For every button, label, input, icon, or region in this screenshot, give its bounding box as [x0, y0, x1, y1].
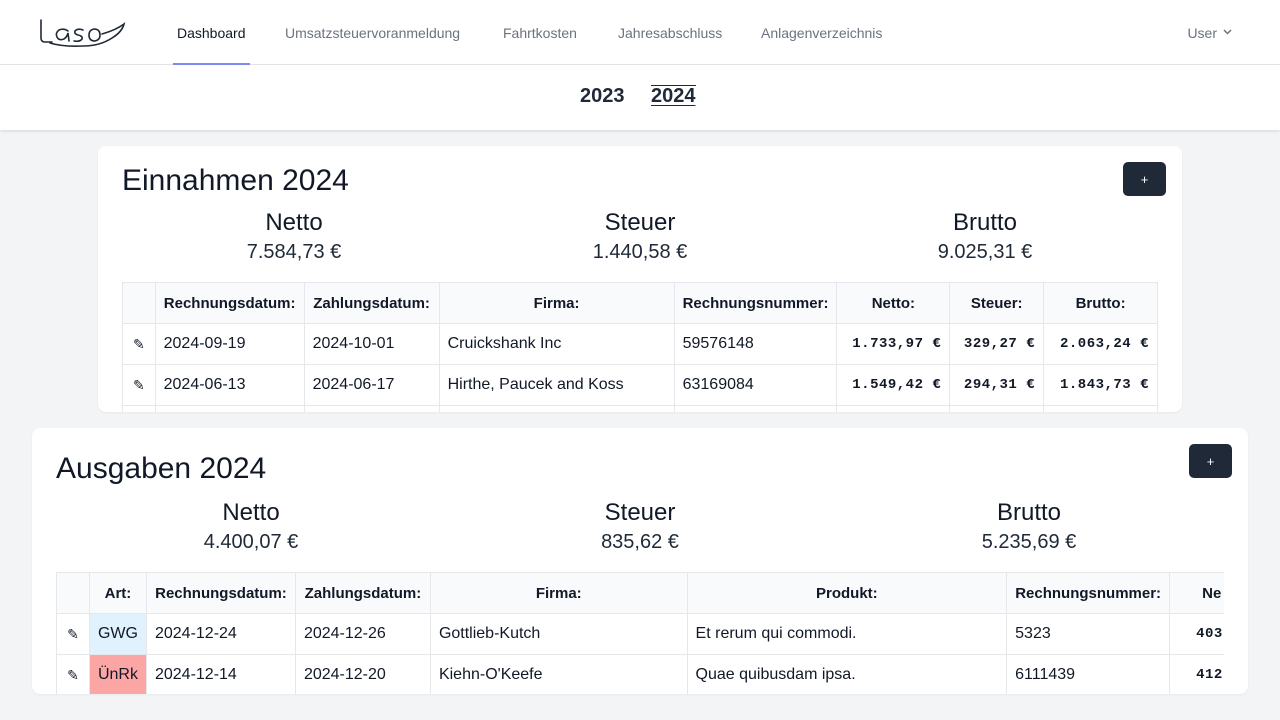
cell-netto: 1.549,42 €	[836, 364, 951, 406]
cell-produkt: Et rerum qui commodi.	[686, 613, 1008, 655]
ausgaben-card: Ausgaben 2024 + Netto 4.400,07 € Steuer …	[32, 428, 1248, 694]
cell-netto: 403	[1169, 613, 1224, 655]
add-einnahme-button[interactable]: +	[1123, 162, 1166, 196]
ausgaben-brutto-summary: Brutto 5.235,69 €	[929, 498, 1129, 556]
pencil-icon[interactable]: ✎	[56, 654, 90, 694]
cell-rechnungsnummer: 6111439	[1006, 654, 1171, 694]
cell-firma: Hirthe, Paucek and Koss	[438, 364, 675, 406]
cell-brutto: 1.843,73 €	[1043, 364, 1158, 406]
nav-anlagenverzeichnis[interactable]: Anlagenverzeichnis	[761, 0, 882, 65]
column-header-netto[interactable]: Ne	[1169, 572, 1224, 614]
column-header-zahlungsdatum[interactable]: Zahlungsdatum:	[303, 282, 440, 324]
column-header-netto[interactable]: Netto:	[836, 282, 951, 324]
cell-brutto: 2.063,24 €	[1043, 323, 1158, 365]
einnahmen-table: Rechnungsdatum: Zahlungsdatum: Firma: Re…	[122, 282, 1158, 412]
column-header-edit	[122, 282, 156, 324]
summary-label: Brutto	[996, 499, 1062, 526]
column-header-rechnungsdatum[interactable]: Rechnungsdatum:	[154, 282, 305, 324]
cell-produkt: Quae quibusdam ipsa.	[686, 654, 1008, 694]
column-header-edit	[56, 572, 90, 614]
column-header-produkt[interactable]: Produkt:	[686, 572, 1008, 614]
einnahmen-card: Einnahmen 2024 + Netto 7.584,73 € Steuer…	[98, 146, 1182, 412]
column-header-art[interactable]: Art:	[88, 572, 147, 614]
column-header-rechnungsnummer[interactable]: Rechnungsnummer:	[1006, 572, 1171, 614]
top-navigation: Dashboard Umsatzsteuervoranmeldung Fahrt…	[0, 0, 1280, 65]
cell-rechnungsdatum: 2024-09-19	[154, 323, 305, 365]
cell-firma: Gottlieb-Kutch	[429, 613, 688, 655]
summary-label: Steuer	[604, 209, 676, 236]
cell-rechnungsdatum: 2024-12-24	[145, 613, 296, 655]
column-header-rechnungsnummer[interactable]: Rechnungsnummer:	[673, 282, 838, 324]
cell-steuer: 294,31 €	[949, 364, 1045, 406]
table-row: ✎ 2024-06-13 2024-06-17 Hirthe, Paucek a…	[122, 364, 1158, 406]
column-header-firma[interactable]: Firma:	[438, 282, 675, 324]
cell-rechnungsdatum: 2024-06-13	[154, 364, 305, 406]
cell-rechnungsnummer: 63169084	[673, 364, 838, 406]
summary-value: 4.400,07 €	[203, 531, 299, 553]
einnahmen-netto-summary: Netto 7.584,73 €	[194, 208, 394, 266]
summary-value: 5.235,69 €	[981, 531, 1077, 553]
chevron-down-icon	[1223, 0, 1232, 64]
cell-rechnungsnummer: 5323	[1006, 613, 1171, 655]
column-header-steuer[interactable]: Steuer:	[949, 282, 1045, 324]
cell-firma: Cruickshank Inc	[438, 323, 675, 365]
einnahmen-brutto-summary: Brutto 9.025,31 €	[885, 208, 1085, 266]
cell-rechnungsdatum: 2024-12-14	[145, 654, 296, 694]
cell-zahlungsdatum: 2024-12-26	[294, 613, 431, 655]
summary-value: 7.584,73 €	[246, 241, 342, 263]
summary-value: 9.025,31 €	[937, 241, 1033, 263]
summary-label: Brutto	[952, 209, 1018, 236]
summary-value: 1.440,58 €	[592, 241, 688, 263]
year-selector: 2023 2024	[0, 65, 1280, 130]
table-row: ✎ ÜnRk 2024-12-14 2024-12-20 Kiehn-O'Kee…	[56, 654, 1224, 694]
table-row: ✎ 2024-09-19 2024-10-01 Cruickshank Inc …	[122, 323, 1158, 365]
add-ausgabe-button[interactable]: +	[1189, 444, 1232, 478]
einnahmen-title: Einnahmen 2024	[122, 164, 349, 197]
laso-logo[interactable]	[38, 16, 128, 50]
cell-rechnungsnummer: 59576148	[673, 323, 838, 365]
table-row: ✎ GWG 2024-12-24 2024-12-26 Gottlieb-Kut…	[56, 613, 1224, 655]
summary-label: Steuer	[604, 499, 676, 526]
user-label: User	[1187, 24, 1217, 41]
pencil-icon[interactable]: ✎	[56, 613, 90, 655]
year-tab-2023[interactable]: 2023	[580, 85, 625, 108]
nav-umsatzsteuervoranmeldung[interactable]: Umsatzsteuervoranmeldung	[285, 0, 460, 65]
column-header-firma[interactable]: Firma:	[429, 572, 688, 614]
summary-label: Netto	[222, 499, 280, 526]
ausgaben-table-scroll[interactable]: Art: Rechnungsdatum: Zahlungsdatum: Firm…	[56, 572, 1224, 694]
ausgaben-title: Ausgaben 2024	[56, 452, 267, 485]
year-tab-2024[interactable]: 2024	[651, 85, 696, 108]
summary-value: 835,62 €	[601, 531, 679, 553]
ausgaben-netto-summary: Netto 4.400,07 €	[151, 498, 351, 556]
cell-zahlungsdatum: 2024-06-17	[303, 364, 440, 406]
user-menu[interactable]: User	[1187, 0, 1232, 65]
nav-jahresabschluss[interactable]: Jahresabschluss	[618, 0, 722, 65]
cell-zahlungsdatum: 2024-12-20	[294, 654, 431, 694]
cell-netto: 412	[1169, 654, 1224, 694]
table-header-row: Art: Rechnungsdatum: Zahlungsdatum: Firm…	[56, 572, 1224, 614]
ausgaben-steuer-summary: Steuer 835,62 €	[540, 498, 740, 556]
cell-netto: 1.733,97 €	[836, 323, 951, 365]
table-header-row: Rechnungsdatum: Zahlungsdatum: Firma: Re…	[122, 282, 1158, 324]
table-row	[122, 405, 1158, 412]
pencil-icon[interactable]: ✎	[122, 323, 156, 365]
cell-steuer: 329,27 €	[949, 323, 1045, 365]
art-badge: GWG	[88, 613, 147, 655]
nav-dashboard[interactable]: Dashboard	[173, 0, 250, 65]
cell-firma: Kiehn-O'Keefe	[429, 654, 688, 694]
pencil-icon[interactable]: ✎	[122, 364, 156, 406]
einnahmen-steuer-summary: Steuer 1.440,58 €	[540, 208, 740, 266]
column-header-brutto[interactable]: Brutto:	[1043, 282, 1158, 324]
art-badge: ÜnRk	[88, 654, 147, 694]
column-header-zahlungsdatum[interactable]: Zahlungsdatum:	[294, 572, 431, 614]
cell-zahlungsdatum: 2024-10-01	[303, 323, 440, 365]
column-header-rechnungsdatum[interactable]: Rechnungsdatum:	[145, 572, 296, 614]
summary-label: Netto	[265, 209, 323, 236]
nav-fahrtkosten[interactable]: Fahrtkosten	[503, 0, 577, 65]
ausgaben-table: Art: Rechnungsdatum: Zahlungsdatum: Firm…	[56, 572, 1224, 694]
